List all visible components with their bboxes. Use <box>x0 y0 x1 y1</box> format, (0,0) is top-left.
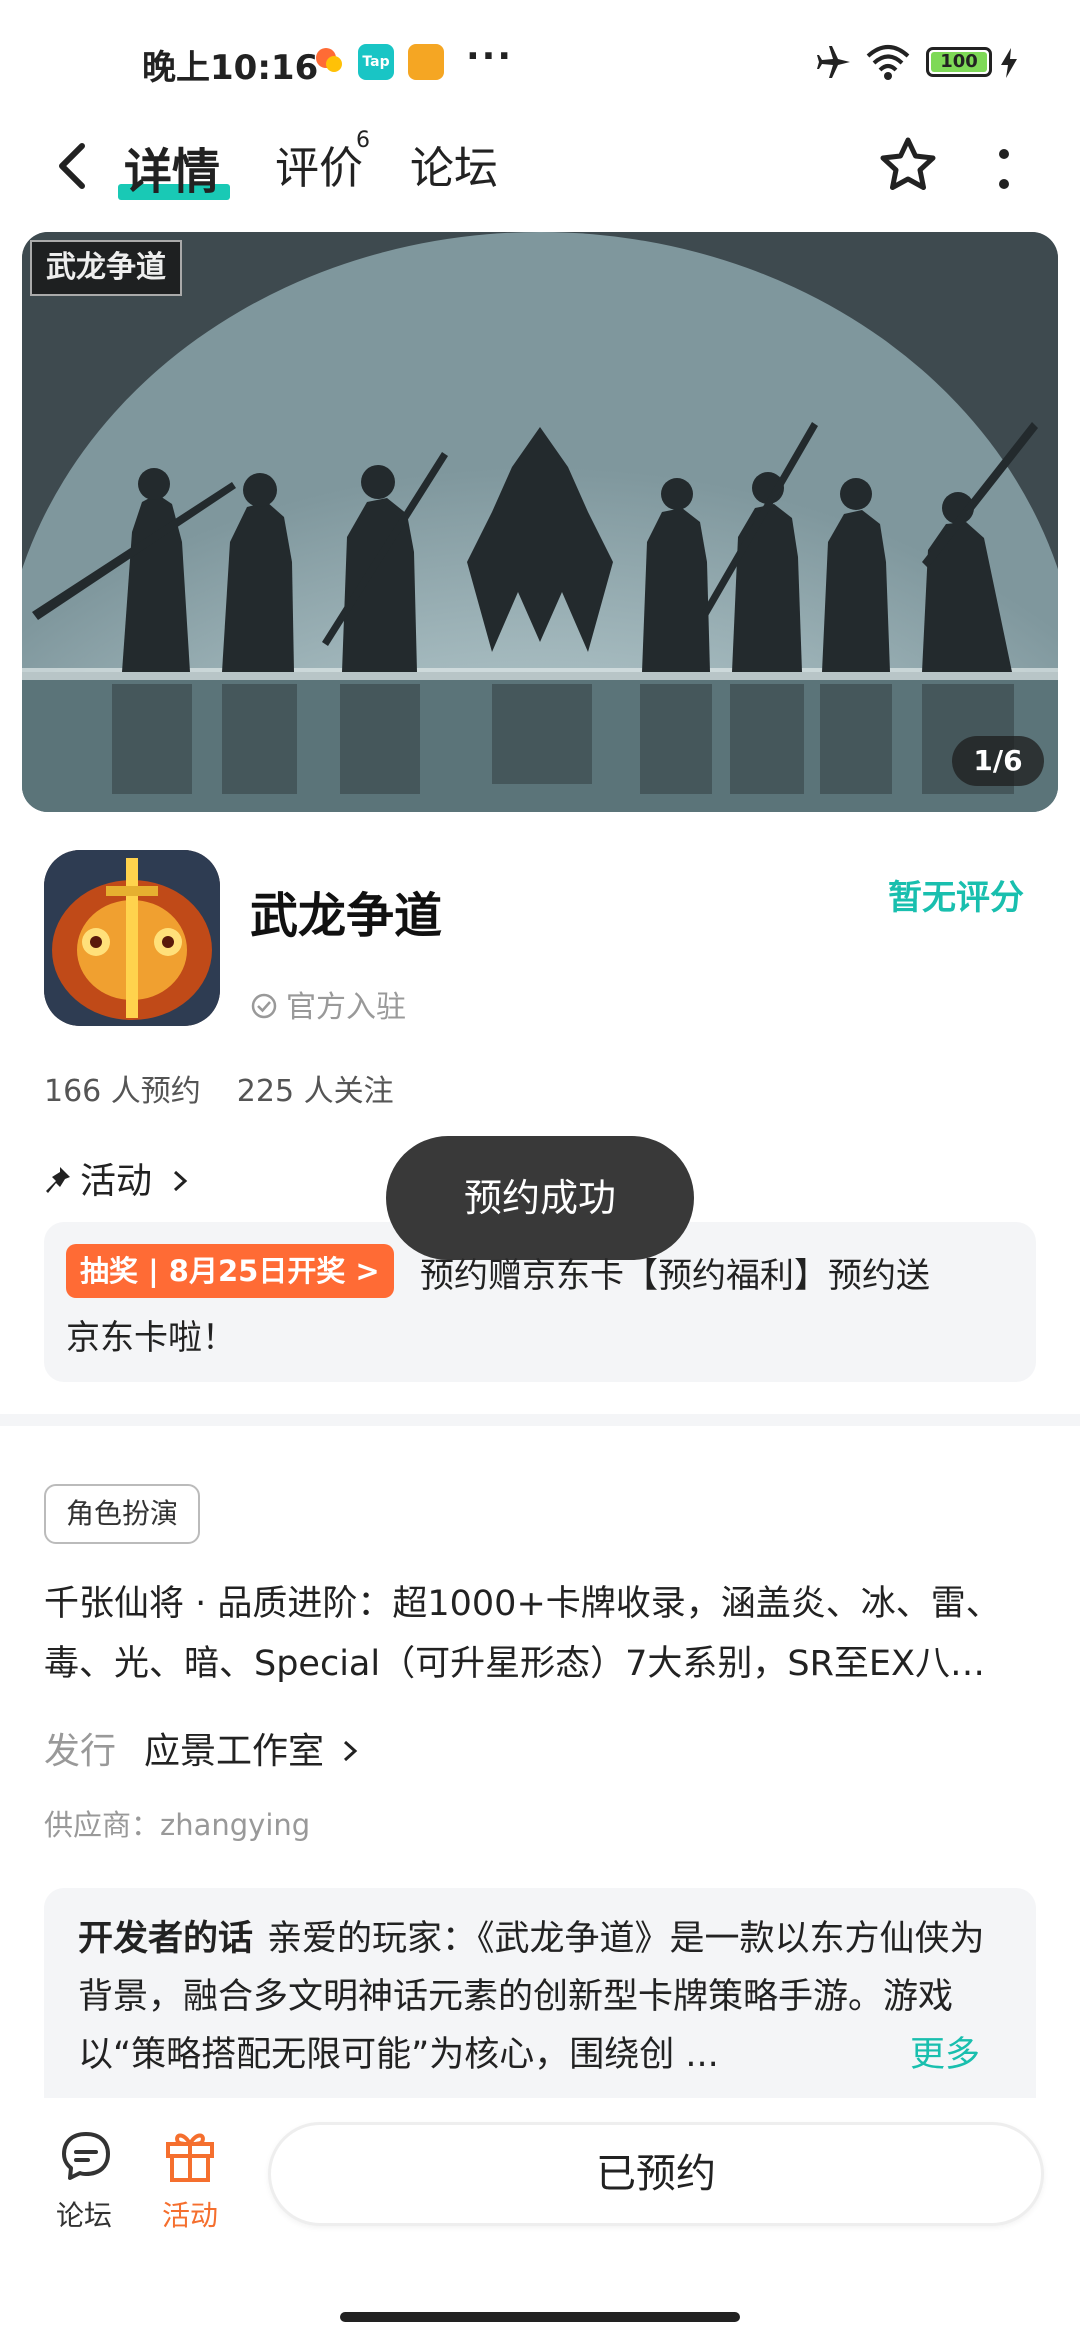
battery-icon: 100 <box>926 47 992 77</box>
publisher-name: 应景工作室 <box>144 1731 325 1772</box>
banner-game-logo: 武龙争道 <box>30 240 182 296</box>
chevron-right-icon <box>344 1740 358 1762</box>
section-divider <box>0 1414 1080 1426</box>
back-icon[interactable] <box>50 136 94 196</box>
verified-check-icon <box>251 993 277 1019</box>
developer-note-more-link[interactable]: 更多 <box>910 2026 980 2077</box>
tab-forum[interactable]: 论坛 <box>410 132 498 196</box>
publisher-label: 发行 <box>44 1731 117 1772</box>
chevron-right-icon <box>174 1170 188 1192</box>
supplier-info: 供应商：zhangying <box>44 1808 311 1842</box>
banner-artwork <box>22 232 1058 812</box>
battery-level: 100 <box>931 52 987 72</box>
official-badge: 官方入驻 <box>250 982 406 1026</box>
airplane-mode-icon <box>817 46 850 78</box>
developer-note-label: 开发者的话 <box>78 1919 254 1959</box>
screenshot-carousel[interactable]: 武龙争道 1/6 <box>22 232 1058 812</box>
tab-details[interactable]: 详情 <box>124 132 220 202</box>
activity-section-header[interactable]: 活动 <box>44 1152 191 1204</box>
genre-tag[interactable]: 角色扮演 <box>44 1484 201 1544</box>
forum-nav-label[interactable]: 论坛 <box>56 2194 112 2234</box>
gift-icon[interactable] <box>162 2124 218 2184</box>
pin-icon <box>46 1167 70 1193</box>
game-title: 武龙争道 <box>250 888 443 944</box>
activity-header-label: 活动 <box>80 1161 153 1202</box>
forum-icon[interactable] <box>58 2128 114 2184</box>
wifi-icon <box>866 45 910 80</box>
reservation-success-toast: 预约成功 <box>386 1136 694 1260</box>
reserved-button[interactable]: 已预约 <box>268 2122 1044 2226</box>
activity-text-line2: 京东卡啦！ <box>66 1318 236 1358</box>
more-notifications-icon: ··· <box>466 36 514 77</box>
game-description[interactable]: 千张仙将 · 品质进阶：超1000+卡牌收录，涵盖炎、冰、雷、毒、光、暗、Spe… <box>44 1574 1034 1694</box>
reviews-count-badge: 6 <box>356 128 370 153</box>
lottery-tag: 抽奖 | 8月25日开奖 > <box>66 1244 394 1298</box>
video-app-icon <box>312 44 348 80</box>
activity-nav-label[interactable]: 活动 <box>162 2194 218 2234</box>
follower-count: 225 人关注 <box>236 1074 394 1109</box>
favorite-star-icon[interactable] <box>876 134 940 198</box>
taptap-app-icon: Tap <box>358 44 394 80</box>
reservation-count: 166 人预约 <box>44 1074 201 1109</box>
game-app-icon <box>44 850 220 1026</box>
home-indicator[interactable] <box>340 2312 740 2322</box>
charging-icon <box>1001 48 1017 78</box>
game-rating: 暂无评分 <box>888 878 1024 918</box>
notes-app-icon <box>408 44 444 80</box>
status-time: 晚上10:16 <box>142 48 319 88</box>
game-stats: 166 人预约 225 人关注 <box>44 1066 430 1110</box>
official-label: 官方入驻 <box>286 990 406 1025</box>
tab-reviews[interactable]: 评价 <box>275 132 363 196</box>
publisher-link[interactable]: 应景工作室 <box>144 1722 361 1774</box>
more-options-icon[interactable] <box>992 146 1016 194</box>
developer-note: 开发者的话 亲爱的玩家：《武龙争道》是一款以东方仙侠为背景，融合多文明神话元素的创… <box>78 1910 1008 2084</box>
carousel-page-counter: 1/6 <box>952 736 1044 786</box>
